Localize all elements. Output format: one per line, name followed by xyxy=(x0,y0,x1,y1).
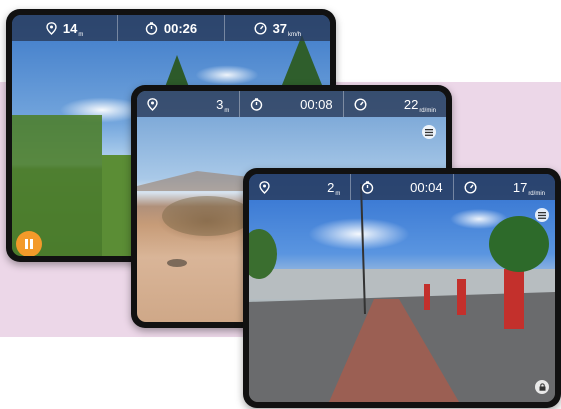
distance-unit: m xyxy=(335,190,341,197)
menu-button[interactable] xyxy=(422,125,436,139)
speed-stat: 22rd/min xyxy=(344,91,446,117)
distance-value: 14 xyxy=(62,20,78,36)
lock-icon xyxy=(539,383,545,391)
menu-icon xyxy=(538,211,546,219)
hud-bar: 2m 00:04 17rd/min xyxy=(249,174,555,200)
speedometer-icon xyxy=(354,97,367,111)
lock-button[interactable] xyxy=(535,380,549,394)
time-value: 00:26 xyxy=(163,20,198,36)
time-value: 00:08 xyxy=(300,96,333,112)
menu-button[interactable] xyxy=(535,208,549,222)
location-pin-icon xyxy=(147,97,158,111)
time-value: 00:04 xyxy=(410,179,443,195)
pause-button[interactable] xyxy=(16,231,42,256)
stopwatch-icon xyxy=(362,180,374,194)
speed-unit: rd/min xyxy=(419,107,436,114)
time-stat: 00:08 xyxy=(240,91,344,117)
distance-stat: 3m xyxy=(137,91,241,117)
city-scenery xyxy=(249,183,555,402)
distance-stat: 2m xyxy=(249,174,352,200)
speed-unit: rd/min xyxy=(528,190,545,197)
speed-value: 17 xyxy=(512,179,528,195)
distance-value: 3 xyxy=(216,96,224,112)
distance-value: 2 xyxy=(327,179,335,195)
video-view-city: 2m 00:04 17rd/min xyxy=(249,174,555,402)
speed-stat: 37km/h xyxy=(225,15,330,41)
speed-stat: 17rd/min xyxy=(454,174,555,200)
speedometer-icon xyxy=(254,21,267,35)
distance-unit: m xyxy=(78,31,84,38)
time-stat: 00:26 xyxy=(118,15,225,41)
menu-icon xyxy=(425,128,433,136)
pause-icon xyxy=(25,239,33,249)
distance-unit: m xyxy=(224,107,230,114)
hud-bar: 3m 00:08 22rd/min xyxy=(137,91,446,117)
location-pin-icon xyxy=(259,180,270,194)
speed-unit: km/h xyxy=(288,31,302,38)
stopwatch-icon xyxy=(251,97,263,111)
hud-bar: 14m 00:26 37km/h xyxy=(12,15,330,41)
speed-value: 22 xyxy=(403,96,419,112)
time-stat: 00:04 xyxy=(351,174,454,200)
stopwatch-icon xyxy=(145,21,158,35)
distance-stat: 14m xyxy=(12,15,119,41)
speedometer-icon xyxy=(464,180,477,194)
speed-value: 37 xyxy=(272,20,288,36)
tablet-city: 2m 00:04 17rd/min xyxy=(243,168,561,408)
location-pin-icon xyxy=(46,21,57,35)
